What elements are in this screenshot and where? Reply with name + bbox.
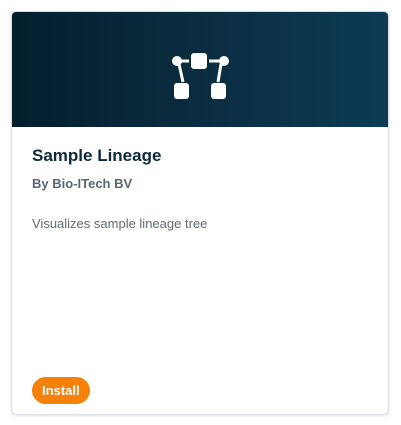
app-card[interactable]: Sample Lineage By Bio-ITech BV Visualize… — [11, 11, 389, 415]
app-banner — [12, 12, 388, 127]
lineage-tree-icon — [172, 53, 229, 99]
app-vendor: By Bio-ITech BV — [32, 176, 133, 191]
app-title: Sample Lineage — [32, 146, 162, 165]
install-button[interactable]: Install — [32, 377, 90, 404]
app-description: Visualizes sample lineage tree — [32, 216, 208, 231]
